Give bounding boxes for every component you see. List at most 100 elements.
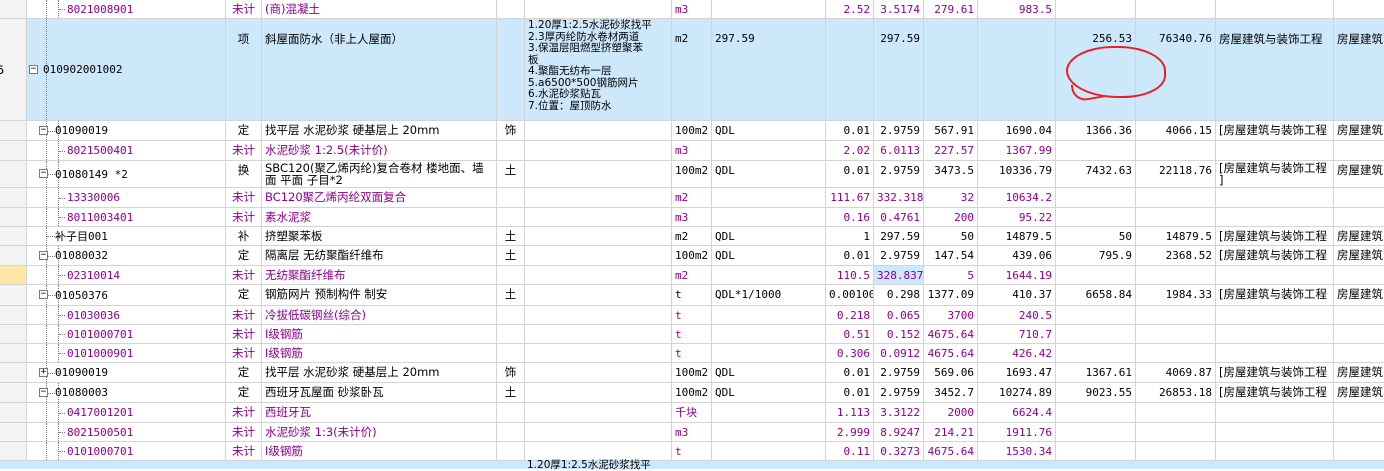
cell-qty[interactable] bbox=[712, 325, 826, 344]
cell-cat[interactable]: 未计 bbox=[226, 266, 262, 285]
cell-c6[interactable] bbox=[1136, 0, 1216, 19]
cell-c4[interactable]: 1367.99 bbox=[978, 141, 1056, 161]
cell-c5[interactable] bbox=[1056, 141, 1136, 161]
cell-c8[interactable]: 房屋建筑 bbox=[1334, 246, 1384, 266]
cell-name[interactable]: Ⅰ级钢筋 bbox=[262, 442, 497, 461]
cell-c4[interactable]: 1693.47 bbox=[978, 363, 1056, 383]
cell-c4[interactable]: 10634.2 bbox=[978, 188, 1056, 208]
cell-c7[interactable] bbox=[1216, 208, 1334, 227]
cell-c8[interactable] bbox=[1334, 306, 1384, 325]
cell-c4[interactable]: 710.7 bbox=[978, 325, 1056, 344]
cell-code[interactable]: 0101000901 bbox=[27, 344, 226, 363]
cell-c2[interactable]: 2.9759 bbox=[874, 363, 924, 383]
cell-c6[interactable] bbox=[1136, 188, 1216, 208]
cell-code[interactable]: −01080149 *2 bbox=[27, 161, 226, 188]
cell-unit[interactable]: t bbox=[672, 442, 712, 461]
collapse-icon[interactable]: − bbox=[39, 290, 48, 299]
cell-c5[interactable] bbox=[1056, 188, 1136, 208]
cell-code[interactable]: +01090019 bbox=[27, 363, 226, 383]
table-row[interactable]: 0417001201 未计 西班牙瓦 千块 1.113 3.3122 2000 6624.4 bbox=[0, 403, 1384, 423]
table-row[interactable]: 0101000901 未计 Ⅰ级钢筋 t 0.306 0.0912 4675.64 426.4… bbox=[0, 344, 1384, 363]
table-row[interactable]: 8011003401 未计 素水泥浆 m3 0.16 0.4761 200 95.22 bbox=[0, 208, 1384, 227]
cell-qty[interactable] bbox=[712, 306, 826, 325]
row-header[interactable] bbox=[0, 363, 27, 383]
cell-c5[interactable]: 1367.61 bbox=[1056, 363, 1136, 383]
cell-c3[interactable]: 147.54 bbox=[924, 246, 978, 266]
cell-qty[interactable] bbox=[712, 442, 826, 461]
collapse-icon[interactable]: − bbox=[29, 64, 38, 74]
cell-cat[interactable]: 未计 bbox=[226, 344, 262, 363]
cell-code[interactable]: 8011003401 bbox=[27, 208, 226, 227]
cell-code[interactable]: 0417001201 bbox=[27, 403, 226, 423]
table-row[interactable]: 01030036 未计 冷拔低碳钢丝(综合) t 0.218 0.065 3700 240.5 bbox=[0, 306, 1384, 325]
cell-c7[interactable] bbox=[1216, 188, 1334, 208]
cell-unit[interactable]: t bbox=[672, 325, 712, 344]
cell-c1[interactable]: 110.5 bbox=[826, 266, 874, 285]
cell-c3[interactable]: 279.61 bbox=[924, 0, 978, 19]
row-header[interactable] bbox=[0, 306, 27, 325]
cell-c7[interactable]: [房屋建筑与装饰工程 bbox=[1216, 363, 1334, 383]
cell-c7[interactable]: [房屋建筑与装饰工程 bbox=[1216, 383, 1334, 403]
cell-name[interactable]: 隔离层 无纺聚酯纤维布 bbox=[262, 246, 497, 266]
cell-c1[interactable]: 0.218 bbox=[826, 306, 874, 325]
cell-c4[interactable]: 95.22 bbox=[978, 208, 1056, 227]
cell-c6[interactable] bbox=[1136, 403, 1216, 423]
cell-c6[interactable] bbox=[1136, 423, 1216, 442]
cell-feat[interactable] bbox=[525, 246, 672, 266]
cell-qty[interactable] bbox=[712, 403, 826, 423]
cell-code[interactable]: 13330006 bbox=[27, 188, 226, 208]
cell-c4[interactable]: 426.42 bbox=[978, 344, 1056, 363]
cell-c8[interactable]: 房屋建筑 bbox=[1334, 161, 1384, 188]
cell-spec[interactable] bbox=[497, 141, 525, 161]
cell-feat[interactable] bbox=[525, 121, 672, 141]
cell-c2[interactable]: 297.59 bbox=[874, 227, 924, 246]
table-row[interactable]: −01080003 定西班牙瓦屋面 砂浆卧瓦土 100m2 QDL 0.01 2.9759… bbox=[0, 383, 1384, 403]
cell-c8[interactable] bbox=[1334, 403, 1384, 423]
cell-c3[interactable]: 50 bbox=[924, 227, 978, 246]
table-row[interactable]: −01080032 定隔离层 无纺聚酯纤维布土 100m2 QDL 0.01 2.9759… bbox=[0, 246, 1384, 266]
cell-unit[interactable]: m3 bbox=[672, 141, 712, 161]
cell-c3[interactable]: 227.57 bbox=[924, 141, 978, 161]
cell-name[interactable]: 钢筋网片 预制构件 制安 bbox=[262, 285, 497, 306]
cell-c3[interactable]: 567.91 bbox=[924, 121, 978, 141]
cell-c2[interactable]: 2.9759 bbox=[874, 383, 924, 403]
cell-c5[interactable] bbox=[1056, 208, 1136, 227]
row-header[interactable] bbox=[0, 423, 27, 442]
cell-name[interactable]: 找平层 水泥砂浆 硬基层上 20mm bbox=[262, 363, 497, 383]
cell-qty[interactable]: QDL*1/1000 bbox=[712, 285, 826, 306]
cell-c2[interactable]: 0.152 bbox=[874, 325, 924, 344]
cell-spec[interactable] bbox=[497, 442, 525, 461]
cell-c8[interactable]: 房屋建筑 bbox=[1334, 383, 1384, 403]
cell-cat[interactable]: 定 bbox=[226, 383, 262, 403]
cell-name[interactable]: 西班牙瓦 bbox=[262, 403, 497, 423]
cell-name[interactable]: 素水泥浆 bbox=[262, 208, 497, 227]
table-row[interactable]: −01090019 定找平层 水泥砂浆 硬基层上 20mm 饰 100m2 QDL 0.0… bbox=[0, 121, 1384, 141]
cell-c8[interactable] bbox=[1334, 325, 1384, 344]
cell-spec[interactable] bbox=[497, 19, 525, 121]
cell-unit[interactable]: m2 bbox=[672, 227, 712, 246]
cell-unit[interactable]: t bbox=[672, 306, 712, 325]
collapse-icon[interactable]: − bbox=[39, 250, 48, 260]
row-header[interactable] bbox=[0, 383, 27, 403]
cell-spec[interactable] bbox=[497, 344, 525, 363]
cell-cat[interactable]: 未计 bbox=[226, 208, 262, 227]
table-row[interactable]: 8021008901 未计 (商)混凝土 m3 2.52 3.5174 279.61 983.… bbox=[0, 0, 1384, 19]
next-row-strip[interactable]: 1.20厚1:2.5水泥砂浆找平 bbox=[0, 460, 1384, 470]
cell-qty[interactable] bbox=[712, 423, 826, 442]
cell-feat[interactable] bbox=[525, 0, 672, 19]
cell-c3[interactable]: 1377.09 bbox=[924, 285, 978, 306]
table-row[interactable]: 02310014 未计 无纺聚酯纤维布 m2 110.5 328.837 5 1644.19 bbox=[0, 266, 1384, 285]
cell-c2[interactable]: 8.9247 bbox=[874, 423, 924, 442]
cell-c3[interactable]: 4675.64 bbox=[924, 442, 978, 461]
row-header[interactable] bbox=[0, 161, 27, 188]
row-header[interactable] bbox=[0, 227, 27, 246]
cell-name[interactable]: (商)混凝土 bbox=[262, 0, 497, 19]
cell-c7[interactable] bbox=[1216, 141, 1334, 161]
cell-qty[interactable] bbox=[712, 208, 826, 227]
cell-feat[interactable] bbox=[525, 227, 672, 246]
cell-c6[interactable]: 4069.87 bbox=[1136, 363, 1216, 383]
cell-c3[interactable]: 569.06 bbox=[924, 363, 978, 383]
cell-unit[interactable]: 100m2 bbox=[672, 363, 712, 383]
cell-c8[interactable]: 房屋建筑 bbox=[1334, 285, 1384, 306]
cell-qty[interactable]: QDL bbox=[712, 227, 826, 246]
